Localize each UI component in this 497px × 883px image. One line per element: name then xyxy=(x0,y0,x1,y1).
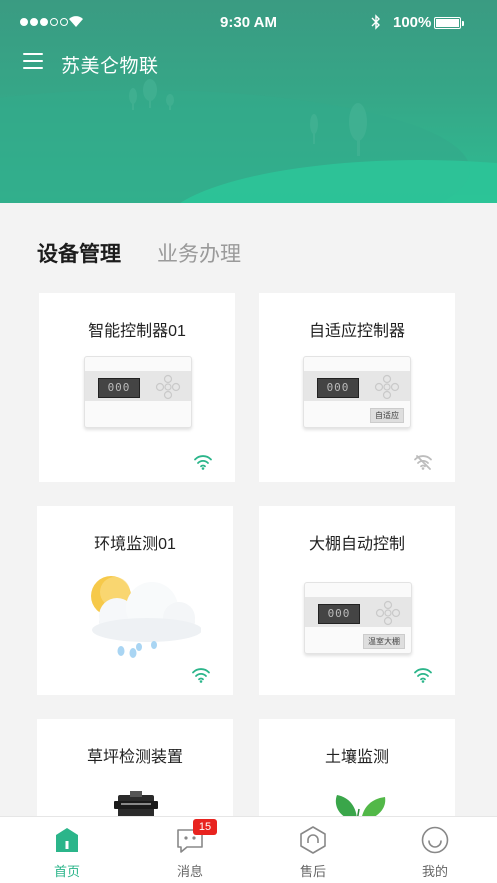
app-title: 苏美仑物联 xyxy=(61,56,159,77)
device-card[interactable]: 自适应控制器 000 自适应 xyxy=(259,293,455,482)
tab-profile-label: 我的 xyxy=(421,864,448,879)
nav-bar: 苏美仑物联 xyxy=(0,46,497,82)
wifi-online-icon xyxy=(192,668,210,683)
tab-after-sales-label: 售后 xyxy=(299,864,326,879)
bluetooth-icon xyxy=(371,14,380,30)
controller-image: 000 xyxy=(84,356,192,428)
status-bar: 9:30 AM 100% xyxy=(0,0,497,46)
controller-image: 000 温室大棚 xyxy=(304,582,412,654)
device-card[interactable]: 智能控制器01 000 xyxy=(39,293,235,482)
tab-home[interactable]: 首页 xyxy=(27,825,107,880)
wifi-online-icon xyxy=(414,668,432,683)
bottom-tab-bar: 首页 15 消息 售后 我的 xyxy=(0,816,497,883)
tab-profile[interactable]: 我的 xyxy=(395,825,475,880)
controller-display: 000 xyxy=(317,378,359,398)
controller-display: 000 xyxy=(98,378,140,398)
device-card[interactable]: 环境监测01 xyxy=(37,506,233,695)
message-icon-wrap: 15 xyxy=(175,819,217,855)
battery-icon xyxy=(434,17,464,29)
controller-display: 000 xyxy=(318,604,360,624)
header-banner: 9:30 AM 100% 苏美仑物联 xyxy=(0,0,497,203)
controller-image: 000 自适应 xyxy=(303,356,411,428)
section-tabs: 设备管理 业务办理 xyxy=(37,238,241,268)
device-card-title: 智能控制器01 xyxy=(88,323,186,340)
device-card-title: 草坪检测装置 xyxy=(86,749,183,766)
device-card-title: 大棚自动控制 xyxy=(308,536,405,553)
device-card-title: 环境监测01 xyxy=(94,536,176,553)
dpad-icon xyxy=(155,374,181,400)
controller-tag: 自适应 xyxy=(370,408,404,423)
controller-tag: 温室大棚 xyxy=(363,634,405,649)
tab-messages-label: 消息 xyxy=(176,864,203,879)
dpad-icon xyxy=(374,374,400,400)
device-card[interactable]: 大棚自动控制 000 温室大棚 xyxy=(259,506,455,695)
message-badge: 15 xyxy=(193,819,217,835)
tab-business-handling[interactable]: 业务办理 xyxy=(157,238,241,268)
wifi-offline-icon xyxy=(414,455,432,470)
dpad-icon xyxy=(375,600,401,626)
weather-cloud-sun-rain-icon xyxy=(91,576,201,658)
service-icon xyxy=(300,826,326,854)
tab-after-sales[interactable]: 售后 xyxy=(273,825,353,880)
device-card-title: 自适应控制器 xyxy=(308,323,405,340)
device-card-title: 土壤监测 xyxy=(324,749,389,766)
tab-device-management[interactable]: 设备管理 xyxy=(37,238,121,268)
profile-icon xyxy=(421,826,449,854)
home-icon xyxy=(56,828,78,852)
tab-home-label: 首页 xyxy=(53,864,80,879)
wifi-online-icon xyxy=(194,455,212,470)
tab-messages[interactable]: 15 消息 xyxy=(150,819,230,880)
hamburger-menu-icon[interactable] xyxy=(23,53,43,71)
battery-percentage: 100% xyxy=(393,14,432,31)
